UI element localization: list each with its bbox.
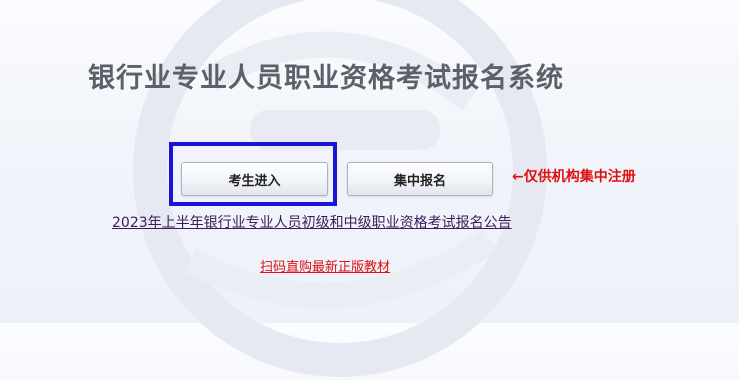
group-registration-button[interactable]: 集中报名	[347, 162, 493, 196]
candidate-entry-button[interactable]: 考生进入	[181, 162, 328, 196]
announcement-link[interactable]: 2023年上半年银行业专业人员初级和中级职业资格考试报名公告	[112, 212, 512, 232]
institution-note: ←仅供机构集中注册	[512, 169, 636, 185]
textbook-purchase-link[interactable]: 扫码直购最新正版教材	[260, 256, 390, 275]
page-title: 银行业专业人员职业资格考试报名系统	[88, 63, 564, 94]
